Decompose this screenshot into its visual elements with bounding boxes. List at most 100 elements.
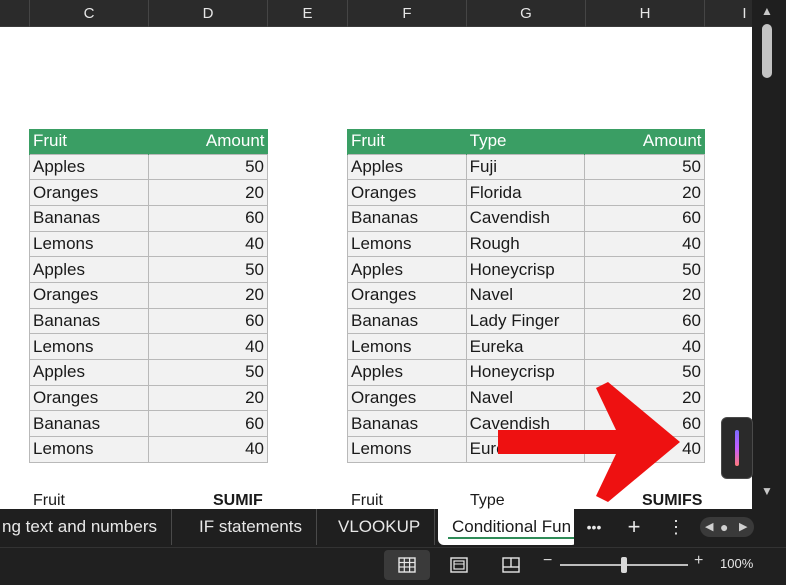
table-row: Oranges 20 xyxy=(29,179,269,206)
table-cell[interactable]: Fuji xyxy=(465,153,586,181)
table-cell[interactable]: Bananas xyxy=(29,307,149,335)
table-cell[interactable]: 40 xyxy=(584,230,705,258)
table-cell[interactable]: 20 xyxy=(147,281,269,309)
column-header-d[interactable]: D xyxy=(148,0,267,27)
table-cell[interactable]: 50 xyxy=(584,153,705,181)
table-cell[interactable]: Navel xyxy=(465,281,586,309)
table-row: Oranges Florida 20 xyxy=(347,179,705,206)
table-cell[interactable]: 50 xyxy=(147,256,269,283)
table-cell[interactable]: Bananas xyxy=(347,204,467,232)
table-cell[interactable]: 60 xyxy=(147,410,269,438)
table-cell[interactable]: Lemons xyxy=(347,230,467,258)
column-header-c[interactable]: C xyxy=(29,0,148,27)
page-break-icon xyxy=(502,557,520,573)
table-cell[interactable]: 20 xyxy=(147,384,269,412)
copilot-button[interactable] xyxy=(721,417,753,479)
scroll-thumb[interactable] xyxy=(762,24,772,78)
table-header-amount[interactable]: Amount xyxy=(584,129,705,154)
table-cell[interactable]: Lemons xyxy=(347,436,467,463)
copilot-icon xyxy=(735,430,739,466)
table-cell[interactable]: 50 xyxy=(147,153,269,181)
table-cell[interactable]: Cavendish xyxy=(465,204,586,232)
table-cell[interactable]: 50 xyxy=(584,256,705,283)
table-cell[interactable]: Bananas xyxy=(29,410,149,438)
zoom-out-button[interactable]: − xyxy=(543,552,552,570)
table-cell[interactable]: 50 xyxy=(147,359,269,386)
table-row: Lemons 40 xyxy=(29,333,269,360)
table-cell[interactable]: 40 xyxy=(147,230,269,258)
tab-text-and-numbers[interactable]: ng text and numbers xyxy=(0,509,172,545)
table-cell[interactable]: 20 xyxy=(584,281,705,309)
table-cell[interactable]: Lady Finger xyxy=(465,307,586,335)
table-cell[interactable]: Oranges xyxy=(29,179,149,206)
tab-if-statements[interactable]: IF statements xyxy=(185,509,317,545)
table-row: Bananas 60 xyxy=(29,307,269,335)
vertical-scrollbar[interactable]: ▲ ▼ xyxy=(752,0,786,509)
label-fruit[interactable]: Fruit xyxy=(33,492,65,509)
table-cell[interactable]: Oranges xyxy=(29,281,149,309)
zoom-slider-thumb[interactable] xyxy=(621,557,627,573)
table-cell[interactable]: 60 xyxy=(584,204,705,232)
normal-view-icon xyxy=(398,557,416,573)
tab-conditional-functions[interactable]: Conditional Fun xyxy=(438,509,578,545)
label-fruit[interactable]: Fruit xyxy=(351,492,383,509)
table-cell[interactable]: Lemons xyxy=(29,230,149,258)
table-cell[interactable]: Rough xyxy=(465,230,586,258)
column-header-f[interactable]: F xyxy=(347,0,466,27)
table-header-fruit[interactable]: Fruit xyxy=(29,129,149,154)
next-sheet-icon[interactable]: ▶ xyxy=(739,517,747,537)
scroll-up-icon[interactable]: ▲ xyxy=(761,4,773,18)
table-row: Oranges 20 xyxy=(29,281,269,309)
table-cell[interactable]: 20 xyxy=(584,179,705,206)
tab-vlookup[interactable]: VLOOKUP xyxy=(324,509,436,545)
scroll-down-icon[interactable]: ▼ xyxy=(761,484,773,498)
table-cell[interactable]: Apples xyxy=(29,153,149,181)
table-cell[interactable]: Apples xyxy=(347,256,467,283)
tab-conditional-functions-label: Conditional Fun xyxy=(452,517,572,536)
table-cell[interactable]: Oranges xyxy=(347,281,467,309)
table-cell[interactable]: Eureka xyxy=(465,333,586,360)
label-sumif[interactable]: SUMIF xyxy=(213,492,263,509)
table-cell[interactable]: Oranges xyxy=(29,384,149,412)
table-cell[interactable]: Apples xyxy=(347,359,467,386)
table-cell[interactable]: Lemons xyxy=(347,333,467,360)
table-cell[interactable]: 20 xyxy=(147,179,269,206)
column-header-g[interactable]: G xyxy=(466,0,585,27)
table-cell[interactable]: Bananas xyxy=(347,307,467,335)
page-layout-view-button[interactable] xyxy=(436,550,482,580)
table-cell[interactable]: Oranges xyxy=(347,179,467,206)
table-cell[interactable]: Apples xyxy=(347,153,467,181)
table-header-amount[interactable]: Amount xyxy=(147,129,268,154)
column-header-e[interactable]: E xyxy=(267,0,347,27)
table-header-fruit[interactable]: Fruit xyxy=(347,129,467,154)
zoom-level[interactable]: 100% xyxy=(720,556,753,571)
more-sheets-button[interactable]: ••• xyxy=(580,509,608,545)
sheet-navigation[interactable]: ◀ ● ▶ xyxy=(700,517,754,537)
table-cell[interactable]: 40 xyxy=(584,333,705,360)
table-cell[interactable]: Lemons xyxy=(29,333,149,360)
table-cell[interactable]: Oranges xyxy=(347,384,467,412)
table-cell[interactable]: Florida xyxy=(465,179,586,206)
table-row: Lemons Eureka 40 xyxy=(347,333,705,360)
table-header-type[interactable]: Type xyxy=(465,129,585,154)
column-header-h[interactable]: H xyxy=(585,0,704,27)
zoom-in-button[interactable]: + xyxy=(694,552,703,570)
add-sheet-button[interactable]: + xyxy=(620,509,648,545)
table-cell[interactable]: 60 xyxy=(584,307,705,335)
normal-view-button[interactable] xyxy=(384,550,430,580)
sheet-menu-button[interactable]: ⋮ xyxy=(664,509,688,545)
prev-sheet-icon[interactable]: ◀ xyxy=(705,517,713,537)
table-cell[interactable]: 60 xyxy=(147,204,269,232)
table-cell[interactable]: 40 xyxy=(147,436,269,463)
table-cell[interactable]: Bananas xyxy=(347,410,467,438)
table-cell[interactable]: Apples xyxy=(29,256,149,283)
table-cell[interactable]: 40 xyxy=(147,333,269,360)
table-cell[interactable]: Honeycrisp xyxy=(465,256,586,283)
table-cell[interactable]: 60 xyxy=(147,307,269,335)
table-row: Oranges 20 xyxy=(29,384,269,412)
page-break-view-button[interactable] xyxy=(488,550,534,580)
table-cell[interactable]: Lemons xyxy=(29,436,149,463)
table-cell[interactable]: Apples xyxy=(29,359,149,386)
table-cell[interactable]: Bananas xyxy=(29,204,149,232)
page-layout-icon xyxy=(450,557,468,573)
